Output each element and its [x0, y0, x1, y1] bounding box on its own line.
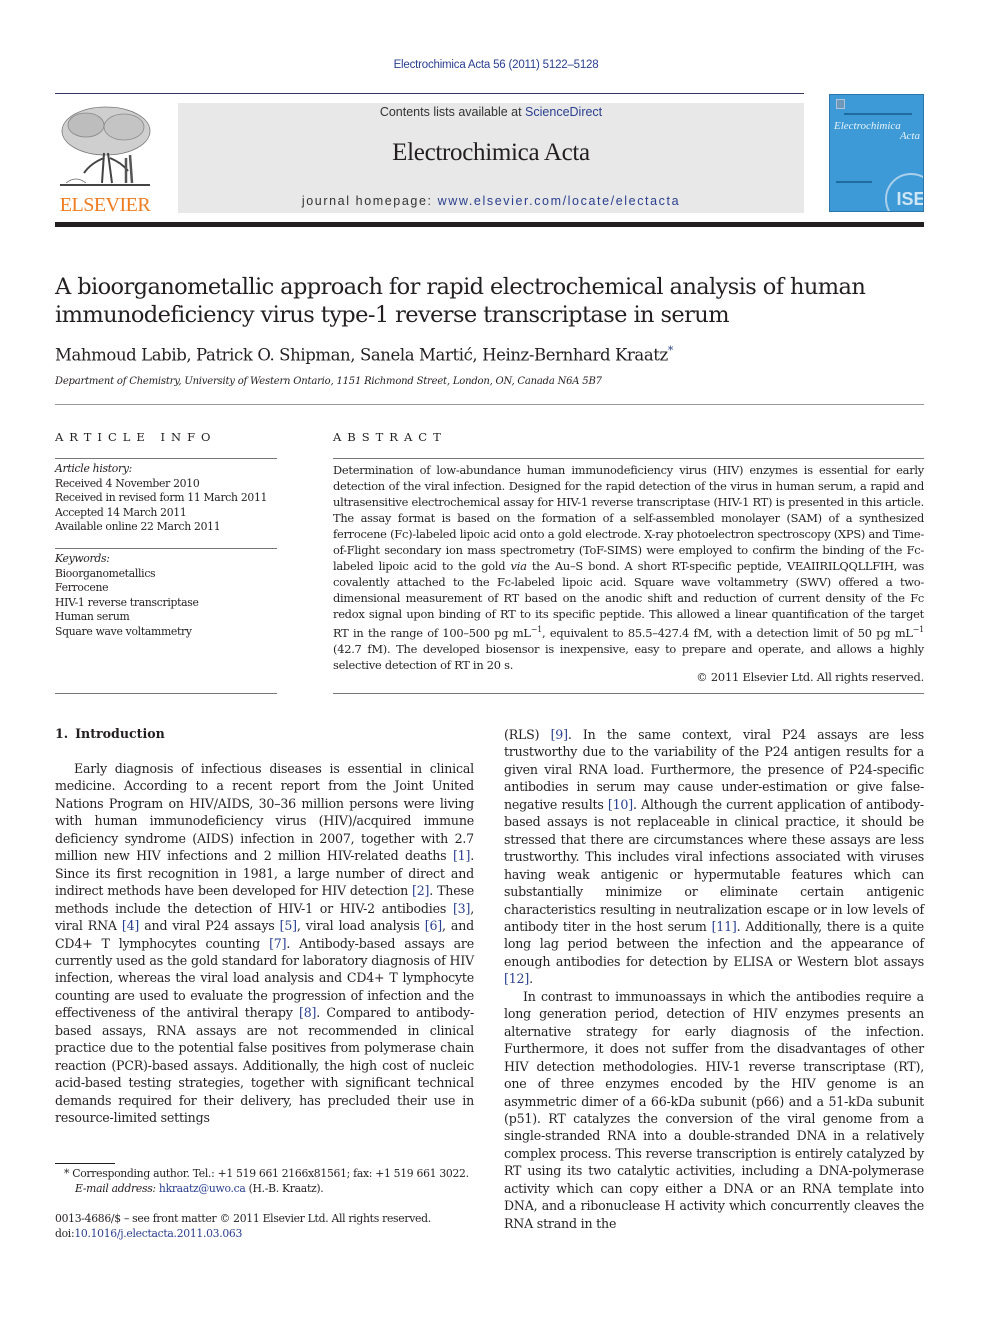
author-list: Mahmoud Labib, Patrick O. Shipman, Sanel… [55, 344, 925, 365]
history-entry: Available online 22 March 2011 [55, 520, 221, 533]
contents-prefix: Contents lists available at [379, 105, 526, 119]
footnote-line: * Corresponding author. Tel.: +1 519 661… [55, 1167, 485, 1182]
doi-link[interactable]: 10.1016/j.electacta.2011.03.063 [74, 1227, 242, 1240]
body-column-left: Early diagnosis of infectious diseases i… [55, 760, 474, 1127]
elsevier-logo[interactable]: ELSEVIER [54, 103, 156, 215]
doi-line: doi:10.1016/j.electacta.2011.03.063 [55, 1226, 485, 1241]
abstract-text-part: , equivalent to 85.5–427.4 fM, with a de… [542, 625, 913, 640]
keyword-item: Bioorganometallics [55, 566, 156, 580]
section-title: Introduction [75, 726, 165, 741]
ise-seal-icon: ISE [885, 173, 923, 211]
affiliation: Department of Chemistry, University of W… [55, 376, 602, 387]
abstract-bottom-rule [333, 693, 924, 694]
front-matter: 0013-4686/$ – see front matter © 2011 El… [55, 1211, 485, 1241]
journal-title: Electrochimica Acta [392, 139, 590, 166]
corresponding-author-contact: Corresponding author. Tel.: +1 519 661 2… [69, 1167, 469, 1180]
corresponding-author-mark[interactable]: * [668, 344, 674, 357]
authors-text: Mahmoud Labib, Patrick O. Shipman, Sanel… [55, 345, 668, 365]
citation-link[interactable]: [7] [269, 936, 286, 951]
history-entry: Received in revised form 11 March 2011 [55, 491, 268, 504]
affiliation-divider [55, 404, 924, 405]
article-info-rule [55, 458, 277, 459]
body-column-right: (RLS) [9]. In the same context, viral P2… [504, 726, 924, 1232]
cover-title-line2: Acta [899, 130, 920, 142]
citation-link[interactable]: [3] [453, 901, 470, 916]
email-suffix: (H.-B. Kraatz). [245, 1181, 324, 1195]
sciencedirect-link[interactable]: ScienceDirect [525, 105, 602, 119]
article-title-line1: A bioorganometallic approach for rapid e… [55, 274, 866, 300]
elsevier-tree-icon [60, 106, 151, 186]
footnote-email-line: E-mail address: hkraatz@uwo.ca (H.-B. Kr… [55, 1182, 485, 1197]
abstract-rule [333, 458, 924, 459]
citation-link[interactable]: [10] [608, 797, 633, 812]
homepage-prefix: journal homepage: [301, 194, 438, 208]
citation-link[interactable]: [2] [412, 883, 429, 898]
keyword-item: HIV-1 reverse transcriptase [55, 595, 199, 609]
masthead-divider [55, 222, 924, 227]
author-email-link[interactable]: hkraatz@uwo.ca [159, 1182, 246, 1195]
header-top-rule [55, 93, 804, 94]
abstract-italic-via: via [510, 559, 527, 573]
body-paragraph: Early diagnosis of infectious diseases i… [55, 761, 475, 1126]
unit-superscript: −1 [530, 625, 543, 634]
running-head-citation[interactable]: Electrochimica Acta 56 (2011) 5122–5128 [0, 59, 992, 71]
citation-link[interactable]: [1] [453, 848, 470, 863]
abstract-body: Determination of low-abundance human imm… [333, 462, 924, 673]
article-info-heading: ARTICLE INFO [55, 430, 217, 444]
article-info-bottom-rule [55, 693, 277, 694]
issn-line: 0013-4686/$ – see front matter © 2011 El… [55, 1212, 431, 1225]
journal-cover-thumbnail[interactable]: Electrochimica Acta ISE [829, 94, 924, 212]
cover-footer-bar [836, 181, 872, 183]
keyword-item: Square wave voltammetry [55, 624, 192, 638]
contents-line: Contents lists available at ScienceDirec… [178, 105, 804, 119]
abstract-heading: ABSTRACT [333, 430, 447, 444]
citation-link[interactable]: [5] [280, 918, 297, 933]
cover-publisher-icon [836, 99, 845, 109]
section-number: 1. [55, 726, 69, 741]
keywords-label: Keywords: [55, 552, 110, 565]
footnote-rule [55, 1163, 115, 1164]
body-paragraph: (RLS) [9]. In the same context, viral P2… [504, 727, 924, 987]
journal-homepage-link[interactable]: www.elsevier.com/locate/electacta [438, 194, 680, 208]
cover-title: Electrochimica Acta [834, 121, 920, 142]
elsevier-wordmark: ELSEVIER [59, 194, 151, 216]
citation-link[interactable]: [8] [299, 1005, 316, 1020]
abstract-copyright: © 2011 Elsevier Ltd. All rights reserved… [696, 670, 924, 684]
cover-subtitle-bar [844, 113, 912, 115]
abstract-text-part: Determination of low-abundance human imm… [333, 463, 924, 573]
body-paragraph: In contrast to immunoassays in which the… [504, 988, 924, 1231]
journal-masthead: Contents lists available at ScienceDirec… [178, 103, 804, 213]
keyword-item: Ferrocene [55, 581, 109, 594]
journal-citation-link[interactable]: Electrochimica Acta 56 (2011) 5122–5128 [394, 59, 599, 71]
history-entry: Accepted 14 March 2011 [55, 505, 187, 519]
keyword-item: Human serum [55, 610, 130, 623]
article-history: Article history: Received 4 November 201… [55, 462, 277, 535]
article-title: A bioorganometallic approach for rapid e… [55, 273, 925, 329]
corresponding-author-footnote: * Corresponding author. Tel.: +1 519 661… [55, 1167, 485, 1196]
citation-link[interactable]: [12] [504, 971, 529, 986]
article-history-label: Article history: [55, 462, 132, 475]
homepage-line: journal homepage: www.elsevier.com/locat… [178, 194, 804, 208]
email-label: E-mail address: [75, 1181, 156, 1195]
unit-superscript: −1 [912, 625, 925, 634]
section-heading-introduction: 1. Introduction [55, 726, 165, 741]
citation-link[interactable]: [6] [425, 918, 442, 933]
doi-prefix: doi: [55, 1227, 75, 1240]
citation-link[interactable]: [11] [712, 919, 737, 934]
citation-link[interactable]: [9] [551, 727, 568, 742]
abstract-text-part: (42.7 fM). The developed biosensor is in… [333, 641, 924, 672]
history-entry: Received 4 November 2010 [55, 476, 200, 490]
keywords: Keywords: Bioorganometallics Ferrocene H… [55, 552, 277, 639]
keywords-rule [55, 548, 277, 549]
article-title-line2: immunodeficiency virus type-1 reverse tr… [55, 302, 730, 328]
citation-link[interactable]: [4] [122, 918, 139, 933]
